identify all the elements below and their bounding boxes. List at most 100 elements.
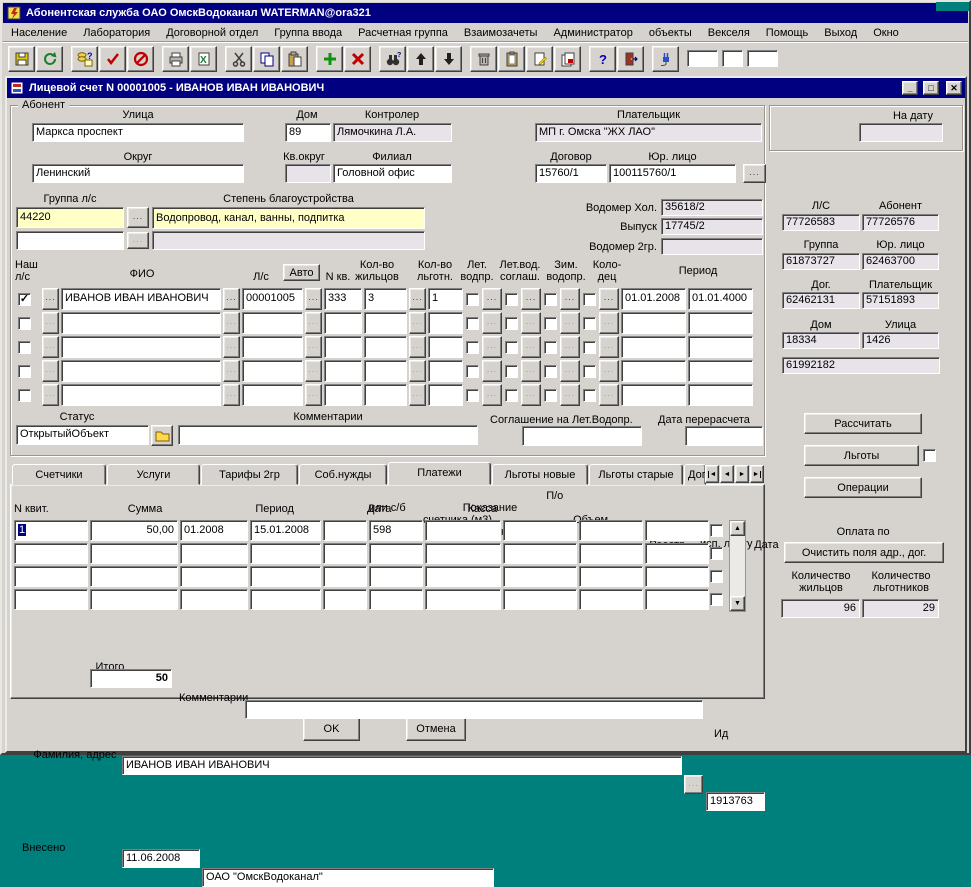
entered-date-field[interactable]: 11.06.2008 (122, 849, 200, 868)
db-query-button[interactable]: ? (71, 46, 98, 72)
well-lookup-button[interactable]: ... (599, 336, 619, 358)
period-from-field[interactable] (621, 336, 686, 358)
payment-summa-cell[interactable] (90, 543, 178, 564)
ls-lookup-button[interactable]: ... (305, 360, 322, 382)
tenant-beneficiaries-field[interactable] (428, 336, 463, 358)
amenity-field[interactable]: Водопровод, канал, ванны, подпитка (152, 207, 425, 229)
summer-agree-checkbox[interactable] (505, 389, 518, 402)
meter-cold-field[interactable]: 35618/2 (661, 199, 763, 216)
maximize-button[interactable]: □ (923, 81, 939, 95)
summer-agree-checkbox[interactable] (505, 317, 518, 330)
payment-date2-cell[interactable] (645, 566, 709, 587)
connect-button[interactable] (652, 46, 679, 72)
entered-org-field[interactable]: ОАО "ОмскВодоканал" (202, 868, 494, 887)
delete-record-button[interactable] (344, 46, 371, 72)
calculate-button[interactable]: Рассчитать (804, 413, 922, 434)
payment-po-cell[interactable] (369, 543, 423, 564)
summer-agree-lookup-button[interactable]: ... (521, 360, 541, 382)
well-lookup-button[interactable]: ... (599, 312, 619, 334)
tenant-occupants-field[interactable]: 3 (364, 288, 407, 310)
payment-period-cell[interactable] (180, 566, 248, 587)
payment-volume-cell[interactable] (503, 566, 577, 587)
well-lookup-button[interactable]: ... (599, 288, 619, 310)
payment-period-cell[interactable]: 01.2008 (180, 520, 248, 541)
occupants-lookup-button[interactable]: ... (409, 336, 426, 358)
print-group-button[interactable] (554, 46, 581, 72)
period-to-field[interactable] (688, 360, 753, 382)
winter-water-lookup-button[interactable]: ... (560, 360, 580, 382)
payment-period-cell[interactable] (180, 543, 248, 564)
menu-pomosch[interactable]: Помощь (758, 25, 817, 41)
tenant-occupants-field[interactable] (364, 312, 407, 334)
menu-raschetnaya-gruppa[interactable]: Расчетная группа (350, 25, 456, 41)
summer-agree-checkbox[interactable] (505, 365, 518, 378)
ls-lookup-button[interactable]: ... (305, 288, 322, 310)
payment-po-cell[interactable] (369, 566, 423, 587)
payment-nkvit-cell[interactable] (14, 589, 88, 610)
tab-nav-prev-button[interactable]: ◄ (720, 465, 734, 483)
summer-agree-lookup-button[interactable]: ... (521, 312, 541, 334)
ok-button[interactable]: OK (303, 717, 360, 741)
payment-reestr-cell[interactable] (579, 589, 643, 610)
summer-agreement-field[interactable] (522, 426, 642, 446)
tenant-beneficiaries-field[interactable]: 1 (428, 288, 463, 310)
payment-meter-cell[interactable] (425, 520, 501, 541)
tenant-nkv-field[interactable]: 333 (324, 288, 362, 310)
move-down-button[interactable] (435, 46, 462, 72)
summer-water-lookup-button[interactable]: ... (482, 360, 502, 382)
payment-po-cell[interactable] (369, 589, 423, 610)
payment-volume-cell[interactable] (503, 520, 577, 541)
group-ls-field[interactable]: 44220 (16, 207, 124, 228)
tab-dog[interactable]: Дог (684, 464, 706, 485)
amenity-field-2[interactable] (152, 231, 425, 250)
payment-kassa-cell[interactable] (323, 520, 367, 541)
paste-button[interactable] (281, 46, 308, 72)
summer-water-lookup-button[interactable]: ... (482, 312, 502, 334)
ls-lookup-button[interactable]: ... (305, 312, 322, 334)
tab-platezhi[interactable]: Платежи (388, 462, 491, 485)
outlet-field[interactable]: 17745/2 (661, 218, 763, 235)
group-ls-lookup-button[interactable]: ... (127, 207, 149, 228)
payment-reestr-cell[interactable] (579, 566, 643, 587)
summer-water-checkbox[interactable] (466, 293, 479, 306)
summer-water-lookup-button[interactable]: ... (482, 336, 502, 358)
menu-vykhod[interactable]: Выход (816, 25, 865, 41)
period-to-field[interactable]: 01.01.4000 (688, 288, 753, 310)
period-from-field[interactable]: 01.01.2008 (621, 288, 686, 310)
tab-nav-next-button[interactable]: ► (735, 465, 749, 483)
well-checkbox[interactable] (583, 293, 596, 306)
tenant-occupants-field[interactable] (364, 384, 407, 406)
well-checkbox[interactable] (583, 389, 596, 402)
excel-export-button[interactable]: X (190, 46, 217, 72)
cancel-button[interactable]: Отмена (406, 717, 466, 741)
controller-field[interactable]: Лямочкина Л.А. (333, 123, 452, 142)
tab-nav-last-button[interactable]: ► (750, 465, 764, 483)
payment-date-cell[interactable] (250, 566, 321, 587)
summer-water-checkbox[interactable] (466, 389, 479, 402)
winter-water-checkbox[interactable] (544, 293, 557, 306)
tab-uslugi[interactable]: Услуги (107, 464, 200, 485)
tenant-occupants-field[interactable] (364, 360, 407, 382)
tenant-nkv-field[interactable] (324, 360, 362, 382)
tab-tarify-2gr[interactable]: Тарифы 2гр (201, 464, 298, 485)
winter-water-lookup-button[interactable]: ... (560, 288, 580, 310)
writ-checkbox[interactable] (710, 570, 723, 583)
tenant-lookup-button[interactable]: ... (42, 384, 59, 406)
payment-meter-cell[interactable] (425, 543, 501, 564)
ls-lookup-button[interactable]: ... (305, 336, 322, 358)
tenant-fio-field[interactable] (61, 360, 221, 382)
menu-naselenie[interactable]: Население (3, 25, 75, 41)
comments-field[interactable] (178, 425, 478, 445)
tab-schetchiki[interactable]: Счетчики (12, 464, 106, 485)
fio-lookup-button[interactable]: ... (223, 336, 240, 358)
payment-nkvit-cell[interactable] (14, 566, 88, 587)
well-checkbox[interactable] (583, 365, 596, 378)
payment-date-cell[interactable] (250, 543, 321, 564)
winter-water-checkbox[interactable] (544, 341, 557, 354)
our-ls-checkbox[interactable] (18, 365, 31, 378)
winter-water-checkbox[interactable] (544, 317, 557, 330)
meter-2gr-field[interactable] (661, 238, 763, 255)
copy-button[interactable] (253, 46, 280, 72)
writ-checkbox[interactable] (710, 524, 723, 537)
house-field[interactable]: 89 (285, 123, 331, 142)
